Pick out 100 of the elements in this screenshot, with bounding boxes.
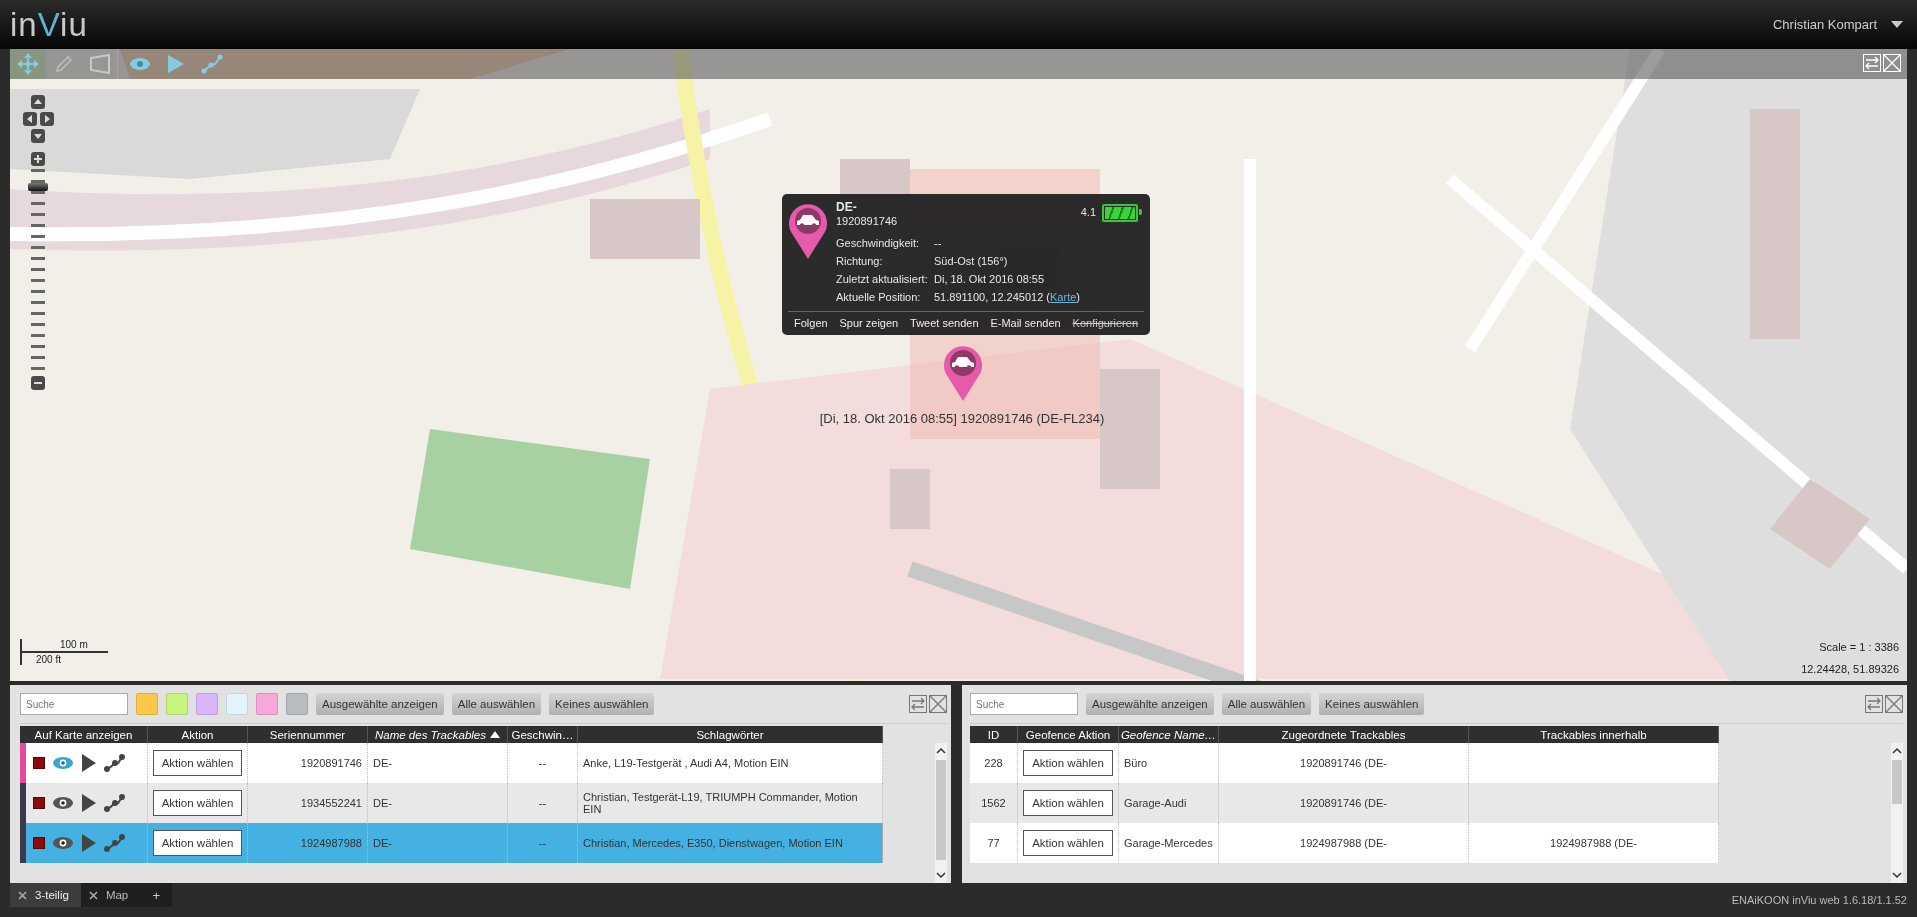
color-filter[interactable] — [286, 693, 308, 715]
scroll-up-icon[interactable] — [1892, 747, 1902, 755]
table-cell: Christian, Mercedes, E350, Dienstwagen, Motion EIN — [578, 823, 883, 863]
coordinates-text: 12.24428, 51.89326 — [1801, 663, 1899, 675]
table-row[interactable]: 1562 Aktion wählen Garage-Audi 1920891746 (DE- — [970, 783, 1719, 823]
sort-ascending-icon — [490, 731, 500, 738]
table-row[interactable]: 77 Aktion wählen Garage-Mercedes 1924987988 (DE- 1924987988 (DE- — [970, 823, 1719, 863]
color-filter[interactable] — [226, 693, 248, 715]
table-row[interactable]: Aktion wählen 1920891746 DE- -- Anke, L19-Testgerät , Audi A4, Motion EIN — [20, 743, 883, 783]
popup-action-link[interactable]: Folgen — [794, 317, 828, 329]
pan-down-icon — [34, 132, 42, 140]
route-icon[interactable] — [104, 793, 126, 813]
polygon-icon — [88, 54, 111, 74]
field-label: Geschwindigkeit: — [836, 236, 921, 250]
search-field[interactable]: Suche — [20, 693, 128, 715]
table-cell: Garage-Mercedes — [1119, 823, 1219, 863]
action-select-button[interactable]: Aktion wählen — [153, 790, 242, 816]
eye-icon[interactable] — [52, 796, 74, 810]
eye-icon[interactable] — [52, 836, 74, 850]
field-value: -- — [934, 236, 943, 250]
battery-reading: 4.1 — [1080, 206, 1096, 218]
pencil-icon — [54, 54, 74, 74]
popup-action-link[interactable]: Tweet senden — [910, 317, 979, 329]
field-label: Zuletzt aktualisiert: — [836, 272, 929, 286]
scrollbar[interactable] — [935, 743, 947, 883]
play-icon[interactable] — [81, 833, 97, 853]
zoom-in-icon — [34, 155, 42, 163]
scale-text: Scale = 1 : 3386 — [1819, 641, 1899, 653]
play-icon[interactable] — [81, 793, 97, 813]
table-cell: 77 — [970, 823, 1018, 863]
pan-left-icon — [25, 115, 34, 123]
map-pin-icon — [788, 202, 828, 260]
popup-title: DE- — [836, 200, 858, 214]
route-icon[interactable] — [104, 833, 126, 853]
play-icon[interactable] — [81, 753, 97, 773]
search-field[interactable]: Suche — [970, 693, 1078, 715]
toolbar-button[interactable]: Ausgewählte anzeigen — [316, 693, 444, 715]
scroll-down-icon[interactable] — [936, 871, 946, 879]
swap-icon[interactable] — [909, 695, 927, 713]
table-row[interactable]: Aktion wählen 1924987988 DE- -- Christian, Mercedes, E350, Dienstwagen, Motion EIN — [20, 823, 883, 863]
eye-icon — [129, 57, 151, 71]
close-icon[interactable] — [929, 695, 947, 713]
popup-action-link[interactable]: Spur zeigen — [839, 317, 899, 329]
table-row[interactable]: 228 Aktion wählen Büro 1920891746 (DE- — [970, 743, 1719, 783]
pan-down-button[interactable] — [31, 129, 45, 143]
table-cell: DE- — [368, 823, 508, 863]
scroll-up-icon[interactable] — [936, 747, 946, 755]
field-label: Richtung: — [836, 254, 884, 268]
action-select-button[interactable]: Aktion wählen — [1023, 790, 1113, 816]
zoom-out-button[interactable] — [31, 376, 45, 390]
scale-label: 100 m — [59, 639, 89, 650]
route-icon[interactable] — [104, 753, 126, 773]
toolbar-button[interactable]: Keines auswählen — [1319, 693, 1425, 715]
color-filter[interactable] — [196, 693, 218, 715]
field-value: 51.891100, 12.245012 (Karte) — [934, 290, 1081, 304]
zoom-slider-thumb[interactable] — [28, 182, 48, 191]
close-icon[interactable] — [1885, 695, 1903, 713]
scroll-down-icon[interactable] — [1892, 871, 1902, 879]
scrollbar[interactable] — [1891, 743, 1903, 883]
move-icon — [17, 53, 39, 75]
user-name[interactable]: Christian Kompart — [1772, 17, 1877, 32]
map-link[interactable]: Karte — [1050, 291, 1077, 303]
pan-up-button[interactable] — [31, 95, 45, 109]
caret-icon[interactable] — [1891, 21, 1903, 28]
color-filter[interactable] — [166, 693, 188, 715]
add-tab-button[interactable]: + — [140, 883, 173, 907]
action-select-button[interactable]: Aktion wählen — [1023, 750, 1113, 776]
tab[interactable]: Map — [80, 883, 141, 907]
toolbar-button[interactable]: Alle auswählen — [1221, 693, 1312, 715]
logo: inViu — [10, 8, 88, 41]
swap-icon[interactable] — [1865, 695, 1883, 713]
action-select-button[interactable]: Aktion wählen — [1023, 830, 1113, 856]
toolbar-button[interactable]: Keines auswählen — [549, 693, 655, 715]
field-value: Süd-Ost (156°) — [934, 254, 1009, 268]
table-cell: 1924987988 (DE- — [1219, 823, 1469, 863]
version-text: ENAiKOON inViu web 1.6.18/1.1.52 — [1731, 894, 1907, 906]
action-select-button[interactable]: Aktion wählen — [153, 750, 242, 776]
field-value: Di, 18. Okt 2016 08:55 — [934, 272, 1046, 286]
play-icon — [167, 54, 185, 74]
color-filter[interactable] — [136, 693, 158, 715]
map-pin-icon[interactable] — [943, 344, 983, 402]
table-cell: 1924987988 (DE- — [1469, 823, 1719, 863]
close-icon[interactable] — [88, 890, 98, 900]
table-cell: -- — [508, 823, 578, 863]
tab[interactable]: 3-teilig — [10, 883, 81, 907]
zoom-out-icon — [34, 379, 42, 387]
action-select-button[interactable]: Aktion wählen — [153, 830, 242, 856]
close-icon[interactable] — [18, 890, 27, 900]
color-filter[interactable] — [256, 693, 278, 715]
popup-action-link[interactable]: E-Mail senden — [990, 317, 1061, 329]
zoom-in-button[interactable] — [31, 152, 45, 166]
table-cell: 1924987988 — [248, 823, 368, 863]
marker-label: [Di, 18. Okt 2016 08:55] 1920891746 (DE-FL234) — [819, 411, 1105, 426]
scale-label: 200 ft — [35, 654, 63, 665]
toolbar-button[interactable]: Ausgewählte anzeigen — [1086, 693, 1214, 715]
table-row[interactable]: Aktion wählen 1934552241 DE- -- Christian, Testgerät-L19, TRIUMPH Commander, Motion EIN — [20, 783, 883, 823]
popup-subtitle: 1920891746 — [836, 214, 899, 228]
field-label: Aktuelle Position: — [836, 290, 922, 304]
toolbar-button[interactable]: Alle auswählen — [451, 693, 542, 715]
pan-right-icon — [42, 115, 51, 123]
